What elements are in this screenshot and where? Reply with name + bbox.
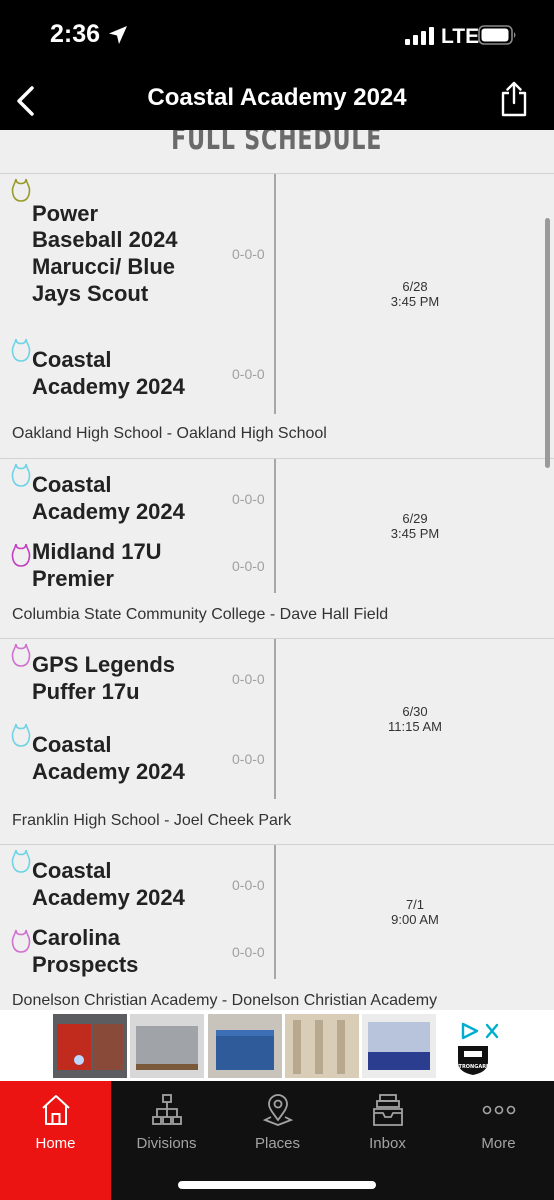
map-pin-icon bbox=[262, 1094, 293, 1126]
more-icon bbox=[482, 1105, 515, 1115]
team-name: Coastal Academy 2024 bbox=[32, 472, 185, 524]
team-record: 0-0-0 bbox=[232, 491, 265, 507]
team-record: 0-0-0 bbox=[232, 944, 265, 960]
scrollbar[interactable] bbox=[545, 218, 550, 468]
inbox-icon bbox=[372, 1094, 403, 1126]
tab-more[interactable]: More bbox=[443, 1081, 554, 1200]
game-datetime: 7/1 9:00 AM bbox=[276, 845, 554, 979]
team-record: 0-0-0 bbox=[232, 751, 265, 767]
game-card[interactable]: GPS Legends Puffer 17u 0-0-0 Coastal Aca… bbox=[0, 639, 554, 845]
jersey-icon bbox=[11, 463, 31, 487]
tab-label: Places bbox=[254, 1135, 301, 1152]
jersey-icon bbox=[11, 723, 31, 747]
game-venue: Donelson Christian Academy - Donelson Ch… bbox=[12, 992, 438, 1009]
tab-label: Divisions bbox=[136, 1135, 197, 1152]
schedule-content[interactable]: FULL SCHEDULE Power Baseball 2024 Marucc… bbox=[0, 130, 554, 1010]
team-record: 0-0-0 bbox=[232, 877, 265, 893]
team-name: GPS Legends Puffer 17u bbox=[32, 652, 176, 704]
share-icon bbox=[501, 81, 527, 117]
ad-image bbox=[208, 1014, 282, 1078]
section-header: FULL SCHEDULE bbox=[0, 130, 554, 174]
team-name: Midland 17U Premier bbox=[32, 539, 162, 591]
game-date: 6/28 bbox=[402, 279, 428, 294]
tab-label: More bbox=[481, 1135, 516, 1152]
game-time: 9:00 AM bbox=[391, 912, 439, 927]
ad-image bbox=[130, 1014, 204, 1078]
team-record: 0-0-0 bbox=[232, 246, 265, 262]
tab-label: Home bbox=[35, 1135, 76, 1152]
jersey-icon bbox=[11, 643, 31, 667]
jersey-icon bbox=[11, 338, 31, 362]
ad-choices-icon[interactable] bbox=[460, 1022, 502, 1040]
strongarm-logo: STRONGARM bbox=[455, 1046, 491, 1075]
divisions-icon bbox=[151, 1094, 182, 1125]
status-time: 2:36 bbox=[50, 20, 101, 48]
team-name: Power Baseball 2024 Marucci/ Blue Jays S… bbox=[32, 200, 178, 306]
game-date: 6/30 bbox=[402, 704, 428, 719]
game-datetime: 6/30 11:15 AM bbox=[276, 639, 554, 799]
game-time: 3:45 PM bbox=[390, 294, 440, 309]
game-time: 3:45 PM bbox=[390, 526, 440, 541]
jersey-icon bbox=[11, 929, 31, 953]
game-time: 11:15 AM bbox=[388, 719, 442, 734]
game-venue: Franklin High School - Joel Cheek Park bbox=[12, 812, 292, 829]
jersey-icon bbox=[11, 849, 31, 873]
location-arrow-icon bbox=[109, 26, 127, 44]
signal-icon bbox=[405, 27, 434, 45]
team-name: Coastal Academy 2024 bbox=[32, 732, 185, 784]
game-card[interactable]: Power Baseball 2024 Marucci/ Blue Jays S… bbox=[0, 174, 554, 459]
page-title: Coastal Academy 2024 bbox=[147, 84, 407, 111]
game-datetime: 6/29 3:45 PM bbox=[276, 459, 554, 593]
team-record: 0-0-0 bbox=[232, 558, 265, 574]
game-date: 6/29 bbox=[402, 511, 428, 526]
game-card[interactable]: Coastal Academy 2024 0-0-0 Carolina Pros… bbox=[0, 845, 554, 1010]
game-card[interactable]: Coastal Academy 2024 0-0-0 Midland 17U P… bbox=[0, 459, 554, 639]
game-venue: Columbia State Community College - Dave … bbox=[12, 606, 389, 623]
status-bar: 2:36 LTE bbox=[0, 0, 554, 75]
game-date: 7/1 bbox=[405, 897, 425, 912]
team-record: 0-0-0 bbox=[232, 671, 265, 687]
ad-image bbox=[362, 1014, 436, 1078]
tab-home[interactable]: Home bbox=[0, 1081, 111, 1200]
network-type: LTE bbox=[441, 25, 480, 48]
ad-image bbox=[53, 1014, 127, 1078]
home-icon bbox=[41, 1095, 70, 1125]
tab-label: Inbox bbox=[369, 1135, 406, 1152]
team-record: 0-0-0 bbox=[232, 366, 265, 382]
home-indicator[interactable] bbox=[178, 1181, 376, 1189]
ad-image bbox=[285, 1014, 359, 1078]
team-name: Coastal Academy 2024 bbox=[32, 347, 185, 399]
navigation-bar: Coastal Academy 2024 bbox=[0, 75, 554, 130]
jersey-icon bbox=[11, 178, 31, 202]
game-datetime: 6/28 3:45 PM bbox=[276, 174, 554, 414]
battery-icon bbox=[478, 25, 516, 45]
team-name: Coastal Academy 2024 bbox=[32, 858, 185, 910]
share-button[interactable] bbox=[496, 77, 532, 121]
full-schedule-heading: FULL SCHEDULE bbox=[171, 130, 383, 157]
team-name: Carolina Prospects bbox=[32, 925, 139, 977]
ad-banner[interactable]: STRONGARM bbox=[0, 1010, 554, 1081]
game-venue: Oakland High School - Oakland High Schoo… bbox=[12, 425, 327, 442]
svg-text:STRONGARM: STRONGARM bbox=[455, 1064, 491, 1070]
jersey-icon bbox=[11, 543, 31, 567]
